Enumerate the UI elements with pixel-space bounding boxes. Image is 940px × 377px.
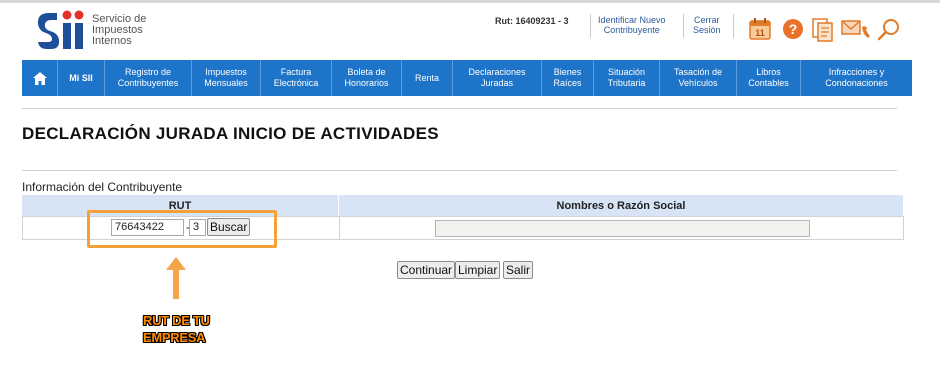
header-divider <box>733 14 734 38</box>
divider <box>22 170 897 171</box>
nav-mi-sii[interactable]: Mi SII <box>58 60 105 96</box>
header-divider <box>683 14 684 38</box>
nav-label: Bienes Raíces <box>553 67 582 88</box>
rut-highlight-box <box>87 210 277 248</box>
home-icon[interactable] <box>22 60 58 96</box>
continue-button[interactable]: Continuar <box>397 261 456 279</box>
nav-declaraciones-juradas[interactable]: Declaraciones Juradas <box>453 60 542 96</box>
main-nav: Mi SII Registro de Contribuyentes Impues… <box>22 60 912 96</box>
nav-label: Impuestos Mensuales <box>204 67 248 88</box>
nav-label: Declaraciones Juradas <box>468 67 526 88</box>
nav-label: Registro de Contribuyentes <box>117 67 179 88</box>
name-field[interactable] <box>435 220 810 237</box>
page-title: DECLARACIÓN JURADA INICIO DE ACTIVIDADES <box>22 124 439 143</box>
arrow-up-icon <box>166 257 186 299</box>
nav-infracciones-condonaciones[interactable]: Infracciones y Condonaciones <box>801 60 912 96</box>
annotation-callout: RUT DE TU EMPRESA <box>143 312 210 346</box>
identify-new-taxpayer-link[interactable]: Identificar Nuevo Contribuyente <box>598 15 666 35</box>
nav-bienes-raices[interactable]: Bienes Raíces <box>542 60 594 96</box>
nav-factura-electronica[interactable]: Factura Electrónica <box>261 60 332 96</box>
column-header-name: Nombres o Razón Social <box>339 195 903 216</box>
svg-text:?: ? <box>789 21 798 37</box>
svg-text:11: 11 <box>755 28 765 38</box>
logo-line-3: Internos <box>92 35 132 47</box>
nav-label: Libros Contables <box>748 67 789 88</box>
clear-button[interactable]: Limpiar <box>455 261 501 279</box>
logo-text: Servicio de Impuestos Internos <box>92 14 146 47</box>
nav-label: Situación Tributaria <box>607 67 646 88</box>
user-rut: Rut: 16409231 - 3 <box>495 16 569 26</box>
callout-line-1: RUT DE TU <box>143 313 210 328</box>
section-heading: Información del Contribuyente <box>22 180 183 194</box>
nav-impuestos-mensuales[interactable]: Impuestos Mensuales <box>192 60 261 96</box>
nav-label: Boleta de Honorarios <box>344 67 389 88</box>
cell-divider <box>339 217 340 239</box>
nav-libros-contables[interactable]: Libros Contables <box>737 60 801 96</box>
nav-label: Tasación de Vehículos <box>673 67 723 88</box>
top-border <box>0 0 940 3</box>
nav-label: Mi SII <box>69 72 93 83</box>
nav-tasacion-vehiculos[interactable]: Tasación de Vehículos <box>660 60 737 96</box>
nav-label: Renta <box>414 72 440 83</box>
mail-phone-icon[interactable] <box>841 17 871 46</box>
help-icon[interactable]: ? <box>782 18 804 45</box>
callout-line-2: EMPRESA <box>143 330 206 345</box>
calendar-icon[interactable]: 11 <box>749 18 771 45</box>
nav-boleta-honorarios[interactable]: Boleta de Honorarios <box>332 60 402 96</box>
nav-label: Infracciones y Condonaciones <box>825 67 888 88</box>
exit-button[interactable]: Salir <box>503 261 534 279</box>
nav-registro-contribuyentes[interactable]: Registro de Contribuyentes <box>105 60 192 96</box>
search-icon[interactable] <box>877 18 901 47</box>
header-divider <box>590 14 591 38</box>
nav-situacion-tributaria[interactable]: Situación Tributaria <box>594 60 660 96</box>
logout-link[interactable]: Cerrar Sesión <box>693 15 721 35</box>
documents-icon[interactable] <box>811 18 835 47</box>
nav-label: Factura Electrónica <box>273 67 319 88</box>
nav-renta[interactable]: Renta <box>402 60 453 96</box>
divider <box>22 108 897 109</box>
